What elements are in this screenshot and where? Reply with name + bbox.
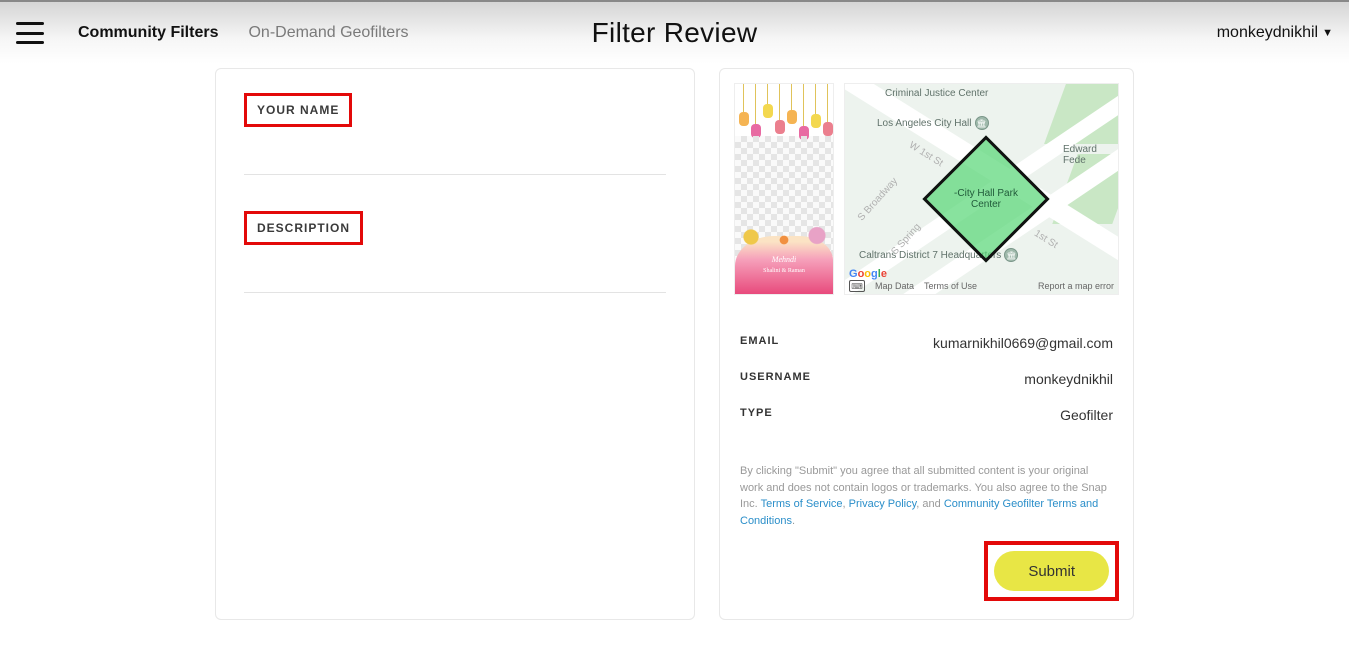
description-label-highlight: DESCRIPTION <box>244 211 363 245</box>
username-label: USERNAME <box>740 371 811 387</box>
username-value: monkeydnikhil <box>1024 371 1113 387</box>
map-credits: ⌨ Map Data Terms of Use Report a map err… <box>849 280 1114 292</box>
tab-community-filters[interactable]: Community Filters <box>78 24 218 42</box>
submit-highlight: Submit <box>984 541 1119 601</box>
email-value: kumarnikhil0669@gmail.com <box>933 335 1113 351</box>
your-name-input[interactable] <box>244 147 666 175</box>
type-label: TYPE <box>740 407 773 423</box>
header-bar: Community Filters On-Demand Geofilters F… <box>0 0 1349 64</box>
your-name-label-highlight: YOUR NAME <box>244 93 352 127</box>
user-dropdown[interactable]: monkeydnikhil ▼ <box>1217 24 1333 42</box>
submit-row: Submit <box>734 529 1119 605</box>
google-logo: Google <box>849 268 887 280</box>
email-label: EMAIL <box>740 335 779 351</box>
map-terms-link[interactable]: Terms of Use <box>924 281 977 291</box>
page-title: Filter Review <box>592 17 758 49</box>
form-card: YOUR NAME DESCRIPTION <box>215 68 695 620</box>
submit-button[interactable]: Submit <box>994 551 1109 591</box>
building-icon: 🏛 <box>975 116 989 130</box>
your-name-label: YOUR NAME <box>257 104 339 117</box>
geofence-label: -City Hall Park Center <box>944 188 1028 210</box>
map-preview[interactable]: Criminal Justice Center Los Angeles City… <box>844 83 1119 295</box>
filter-preview: Mehndi Shalini & Raman <box>734 83 834 295</box>
poi-criminal-justice: Criminal Justice Center <box>885 88 988 99</box>
info-username: USERNAME monkeydnikhil <box>740 361 1113 397</box>
preview-title: Mehndi <box>735 255 833 264</box>
terms-of-service-link[interactable]: Terms of Service <box>761 498 843 510</box>
nav-links: Community Filters On-Demand Geofilters <box>78 24 409 42</box>
map-data-link[interactable]: Map Data <box>875 281 914 291</box>
preview-row: Mehndi Shalini & Raman Criminal Justice … <box>734 83 1119 295</box>
chevron-down-icon: ▼ <box>1322 27 1333 39</box>
poi-edward: Edward Fede <box>1063 144 1118 166</box>
user-name: monkeydnikhil <box>1217 24 1318 42</box>
menu-icon[interactable] <box>16 22 44 44</box>
building-icon: 🏛 <box>1004 248 1018 262</box>
preview-subtitle: Shalini & Raman <box>735 268 833 274</box>
road-1st-e: 1st St <box>1032 228 1060 251</box>
description-input[interactable] <box>244 265 666 293</box>
description-field-block: DESCRIPTION <box>244 211 666 293</box>
road-broadway: S Broadway <box>856 176 900 223</box>
map-report-link[interactable]: Report a map error <box>1038 281 1114 291</box>
privacy-policy-link[interactable]: Privacy Policy <box>849 498 917 510</box>
type-value: Geofilter <box>1060 407 1113 423</box>
info-type: TYPE Geofilter <box>740 397 1113 433</box>
description-label: DESCRIPTION <box>257 222 350 235</box>
content: YOUR NAME DESCRIPTION <box>0 64 1349 650</box>
keyboard-icon: ⌨ <box>849 280 865 292</box>
info-email: EMAIL kumarnikhil0669@gmail.com <box>740 325 1113 361</box>
review-card: Mehndi Shalini & Raman Criminal Justice … <box>719 68 1134 620</box>
info-rows: EMAIL kumarnikhil0669@gmail.com USERNAME… <box>734 319 1119 433</box>
disclaimer-text: By clicking "Submit" you agree that all … <box>734 463 1119 529</box>
poi-la-city-hall: Los Angeles City Hall <box>877 118 972 129</box>
tab-ondemand-geofilters[interactable]: On-Demand Geofilters <box>248 24 408 42</box>
name-field-block: YOUR NAME <box>244 93 666 175</box>
